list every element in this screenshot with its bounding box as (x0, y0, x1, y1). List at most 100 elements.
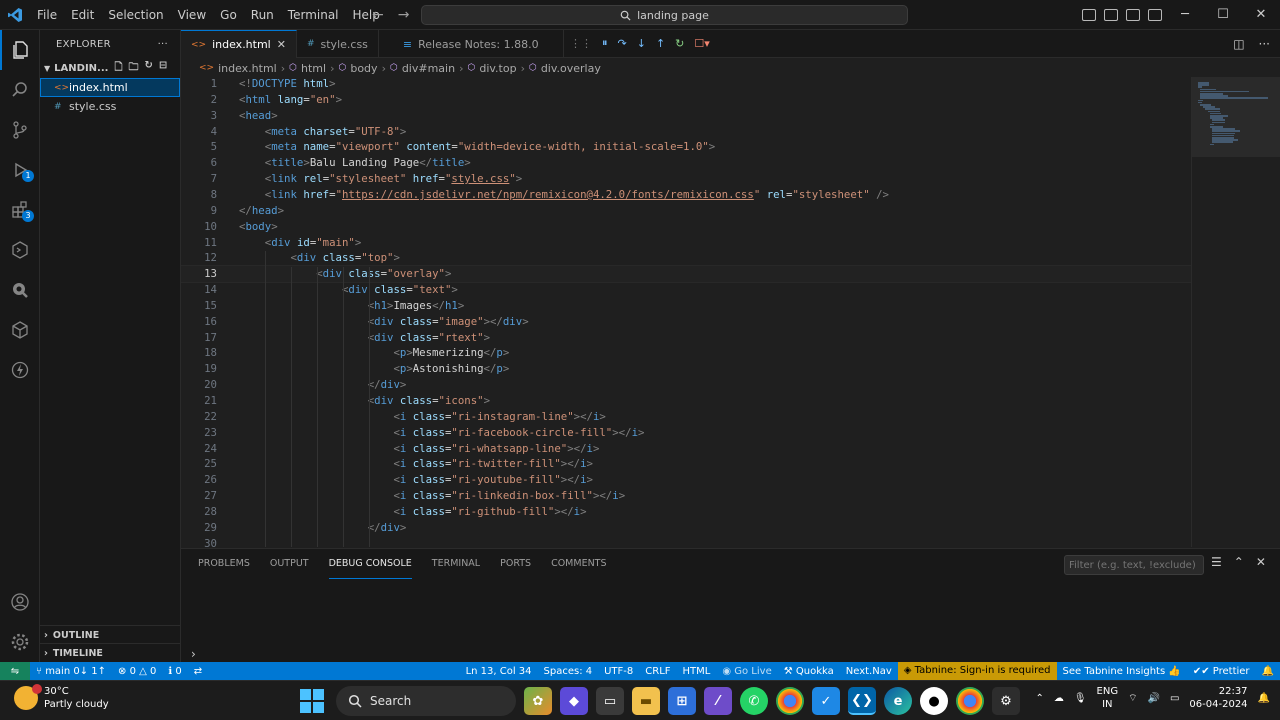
source-control-icon[interactable] (0, 110, 40, 150)
toggle-primary-sidebar-icon[interactable] (1082, 9, 1096, 21)
lightning-icon[interactable] (0, 350, 40, 390)
run-debug-icon[interactable]: 1 (0, 150, 40, 190)
nextnav-button[interactable]: Next.Nav (840, 666, 898, 677)
extensions-icon[interactable]: 3 (0, 190, 40, 230)
copilot-app-icon[interactable]: ◆ (560, 687, 588, 715)
onedrive-icon[interactable]: ☁ (1054, 693, 1064, 704)
encoding[interactable]: UTF-8 (598, 666, 639, 677)
close-panel-icon[interactable]: ✕ (1256, 555, 1266, 569)
menu-run[interactable]: Run (244, 0, 281, 30)
split-editor-icon[interactable]: ◫ (1233, 37, 1244, 51)
task-view-icon[interactable]: ▭ (596, 687, 624, 715)
code-line[interactable]: 11 <div id="main"> (181, 235, 1191, 251)
timeline-section[interactable]: › TIMELINE (40, 643, 181, 662)
indentation[interactable]: Spaces: 4 (538, 666, 599, 677)
breadcrumb-item[interactable]: index.html (218, 62, 277, 75)
wifi-icon[interactable]: ⌔ (1128, 692, 1137, 705)
search-icon[interactable] (0, 70, 40, 110)
code-line[interactable]: 30 (181, 536, 1191, 547)
tab-terminal[interactable]: TERMINAL (432, 549, 480, 579)
language-mode[interactable]: HTML (677, 666, 717, 677)
go-live-button[interactable]: ◉ Go Live (716, 666, 777, 677)
explorer-icon[interactable] (0, 30, 40, 70)
code-line[interactable]: 27 <i class="ri-linkedin-box-fill"></i> (181, 488, 1191, 504)
workspace-folder[interactable]: ▼ LANDIN... 🗋 🗀 ↻ ⊟ (40, 58, 180, 78)
input-language[interactable]: ENG IN (1097, 685, 1119, 711)
code-line[interactable]: 10 <body> (181, 219, 1191, 235)
tabnine-status[interactable]: ◈ Tabnine: Sign-in is required (897, 662, 1057, 680)
chrome-profile-app-icon[interactable] (956, 687, 984, 715)
settings-app-icon[interactable]: ⚙ (992, 687, 1020, 715)
code-line[interactable]: 13 <div class="overlay"> (181, 265, 1191, 284)
git-branch[interactable]: ⑂ main 0↓ 1↑ (30, 666, 112, 677)
maximize-panel-icon[interactable]: ⌃ (1234, 555, 1244, 569)
weather-widget[interactable]: 30°C Partly cloudy (14, 684, 109, 711)
code-line[interactable]: 24 <i class="ri-whatsapp-line"></i> (181, 441, 1191, 457)
breadcrumb-item[interactable]: body (350, 62, 377, 75)
breadcrumb-item[interactable]: div.overlay (541, 62, 601, 75)
widgets-app-icon[interactable]: ✿ (524, 687, 552, 715)
toggle-panel-icon[interactable] (1104, 9, 1118, 21)
ports-status[interactable]: ℹ 0 (162, 666, 187, 677)
tab-release-notes[interactable]: ≡ Release Notes: 1.88.0 (379, 30, 564, 58)
close-window-button[interactable]: ✕ (1242, 0, 1280, 30)
menu-file[interactable]: File (30, 0, 64, 30)
code-line[interactable]: 14 <div class="text"> (181, 282, 1191, 298)
code-line[interactable]: 28 <i class="ri-github-fill"></i> (181, 504, 1191, 520)
quokka-icon[interactable] (0, 270, 40, 310)
menu-edit[interactable]: Edit (64, 0, 101, 30)
tab-comments[interactable]: COMMENTS (551, 549, 606, 579)
microsoft-store-icon[interactable]: ⊞ (668, 687, 696, 715)
debug-filter-input[interactable] (1064, 555, 1204, 575)
command-center[interactable]: landing page (421, 5, 908, 25)
tabnine-insights[interactable]: See Tabnine Insights 👍 (1057, 666, 1187, 677)
chrome-app-icon[interactable] (776, 687, 804, 715)
new-file-icon[interactable]: 🗋 (114, 60, 122, 77)
code-line[interactable]: 26 <i class="ri-youtube-fill"></i> (181, 472, 1191, 488)
code-line[interactable]: 4 <meta charset="UTF-8"> (181, 124, 1191, 140)
collapse-all-icon[interactable]: ⊟ (159, 60, 167, 77)
tab-ports[interactable]: PORTS (500, 549, 531, 579)
file-style-css[interactable]: # style.css (40, 97, 180, 116)
vscode-app-icon[interactable]: ❮❯ (848, 687, 876, 715)
menu-go[interactable]: Go (213, 0, 244, 30)
minimize-button[interactable]: ─ (1166, 0, 1204, 30)
code-line[interactable]: 12 <div class="top"> (181, 250, 1191, 266)
back-arrow-icon[interactable]: ← (372, 7, 384, 23)
tab-index-html[interactable]: <> index.html ✕ (181, 30, 297, 58)
outline-section[interactable]: › OUTLINE (40, 625, 181, 644)
visual-studio-app-icon[interactable]: ⁄ (704, 687, 732, 715)
tab-debug-console[interactable]: DEBUG CONSOLE (328, 549, 412, 579)
menu-selection[interactable]: Selection (101, 0, 170, 30)
step-into-icon[interactable]: ↓ (637, 37, 646, 50)
refresh-icon[interactable]: ↻ (144, 60, 152, 77)
windows-start-icon[interactable] (300, 689, 324, 713)
breadcrumb-item[interactable]: div.top (479, 62, 516, 75)
code-line[interactable]: 17 <div class="rtext"> (181, 330, 1191, 346)
file-index-html[interactable]: <> index.html (40, 78, 180, 97)
console-prompt-icon[interactable]: › (191, 647, 196, 661)
breadcrumb-item[interactable]: div#main (402, 62, 455, 75)
code-line[interactable]: 8 <link href="https://cdn.jsdelivr.net/n… (181, 187, 1191, 203)
code-line[interactable]: 7 <link rel="stylesheet" href="style.css… (181, 171, 1191, 187)
code-line[interactable]: 15 <h1>Images</h1> (181, 298, 1191, 314)
breadcrumb-item[interactable]: html (301, 62, 326, 75)
customize-layout-icon[interactable] (1148, 9, 1162, 21)
drag-handle-icon[interactable]: ⋮⋮ (570, 37, 592, 50)
maximize-button[interactable]: ☐ (1204, 0, 1242, 30)
pause-icon[interactable]: ⏸ (602, 36, 608, 50)
code-line[interactable]: 19 <p>Astonishing</p> (181, 361, 1191, 377)
code-line[interactable]: 18 <p>Mesmerizing</p> (181, 345, 1191, 361)
more-actions-icon[interactable]: ··· (1259, 37, 1270, 51)
step-out-icon[interactable]: ↑ (656, 37, 665, 50)
whatsapp-app-icon[interactable]: ✆ (740, 687, 768, 715)
toggle-secondary-sidebar-icon[interactable] (1126, 9, 1140, 21)
microphone-icon[interactable]: 🎙 (1074, 693, 1087, 704)
accounts-icon[interactable] (0, 582, 40, 622)
taskbar-search[interactable]: Search (336, 686, 516, 716)
code-line[interactable]: 3 <head> (181, 108, 1191, 124)
code-line[interactable]: 5 <meta name="viewport" content="width=d… (181, 139, 1191, 155)
tab-problems[interactable]: PROBLEMS (198, 549, 250, 579)
cube-icon[interactable] (0, 310, 40, 350)
stop-icon[interactable]: ☐▾ (694, 37, 709, 50)
